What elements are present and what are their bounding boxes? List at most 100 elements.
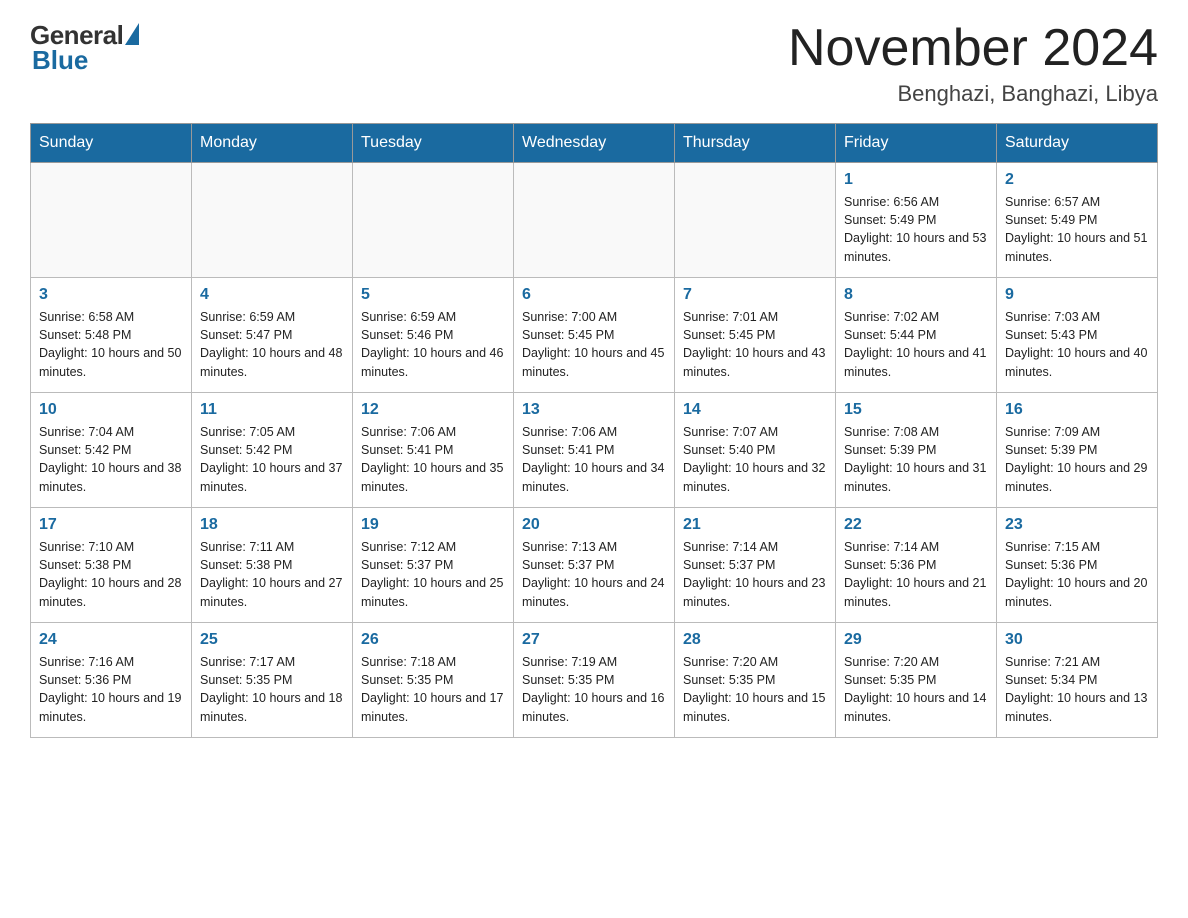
- logo-triangle-icon: [125, 23, 139, 45]
- calendar-cell: [31, 163, 192, 278]
- calendar-cell: 26Sunrise: 7:18 AMSunset: 5:35 PMDayligh…: [353, 623, 514, 738]
- calendar-title: November 2024: [788, 20, 1158, 77]
- day-number: 5: [361, 286, 505, 304]
- weekday-header-sunday: Sunday: [31, 124, 192, 163]
- day-info: Sunrise: 7:13 AMSunset: 5:37 PMDaylight:…: [522, 538, 666, 611]
- day-number: 15: [844, 401, 988, 419]
- calendar-cell: [192, 163, 353, 278]
- week-row-4: 17 Sunrise: 7:10 AMSunset: 5:38 PMDayligh…: [31, 508, 1158, 623]
- day-info: Sunrise: 7:09 AMSunset: 5:39 PMDaylight:…: [1005, 423, 1149, 496]
- day-info: Sunrise: 7:05 AMSunset: 5:42 PMDaylight:…: [200, 423, 344, 496]
- calendar-cell: 8 Sunrise: 7:02 AMSunset: 5:44 PMDaylight…: [836, 278, 997, 393]
- weekday-header-friday: Friday: [836, 124, 997, 163]
- day-number: 8: [844, 286, 988, 304]
- calendar-cell: 7Sunrise: 7:01 AMSunset: 5:45 PMDaylight…: [675, 278, 836, 393]
- day-number: 2: [1005, 171, 1149, 189]
- calendar-cell: 11 Sunrise: 7:05 AMSunset: 5:42 PMDayligh…: [192, 393, 353, 508]
- day-number: 4: [200, 286, 344, 304]
- day-info: Sunrise: 7:11 AMSunset: 5:38 PMDaylight:…: [200, 538, 344, 611]
- day-info: Sunrise: 6:57 AMSunset: 5:49 PMDaylight:…: [1005, 193, 1149, 266]
- day-info: Sunrise: 7:21 AMSunset: 5:34 PMDaylight:…: [1005, 653, 1149, 726]
- day-number: 7: [683, 286, 827, 304]
- day-number: 18: [200, 516, 344, 534]
- weekday-header-tuesday: Tuesday: [353, 124, 514, 163]
- calendar-cell: 14Sunrise: 7:07 AMSunset: 5:40 PMDayligh…: [675, 393, 836, 508]
- day-number: 19: [361, 516, 505, 534]
- day-info: Sunrise: 7:14 AMSunset: 5:37 PMDaylight:…: [683, 538, 827, 611]
- calendar-cell: 9 Sunrise: 7:03 AMSunset: 5:43 PMDaylight…: [997, 278, 1158, 393]
- calendar-cell: 30 Sunrise: 7:21 AMSunset: 5:34 PMDayligh…: [997, 623, 1158, 738]
- calendar-cell: 1 Sunrise: 6:56 AMSunset: 5:49 PMDaylight…: [836, 163, 997, 278]
- calendar-cell: 23Sunrise: 7:15 AMSunset: 5:36 PMDayligh…: [997, 508, 1158, 623]
- day-number: 17: [39, 516, 183, 534]
- day-info: Sunrise: 7:20 AMSunset: 5:35 PMDaylight:…: [683, 653, 827, 726]
- day-info: Sunrise: 7:03 AMSunset: 5:43 PMDaylight:…: [1005, 308, 1149, 381]
- day-info: Sunrise: 6:56 AMSunset: 5:49 PMDaylight:…: [844, 193, 988, 266]
- logo-blue-text: Blue: [32, 45, 88, 76]
- day-number: 20: [522, 516, 666, 534]
- calendar-cell: 16 Sunrise: 7:09 AMSunset: 5:39 PMDayligh…: [997, 393, 1158, 508]
- calendar-cell: 22 Sunrise: 7:14 AMSunset: 5:36 PMDayligh…: [836, 508, 997, 623]
- day-info: Sunrise: 6:59 AMSunset: 5:47 PMDaylight:…: [200, 308, 344, 381]
- calendar-subtitle: Benghazi, Banghazi, Libya: [788, 81, 1158, 107]
- calendar-cell: 27 Sunrise: 7:19 AMSunset: 5:35 PMDayligh…: [514, 623, 675, 738]
- day-info: Sunrise: 7:06 AMSunset: 5:41 PMDaylight:…: [522, 423, 666, 496]
- day-number: 22: [844, 516, 988, 534]
- week-row-5: 24Sunrise: 7:16 AMSunset: 5:36 PMDayligh…: [31, 623, 1158, 738]
- day-number: 9: [1005, 286, 1149, 304]
- calendar-header-row: SundayMondayTuesdayWednesdayThursdayFrid…: [31, 124, 1158, 163]
- calendar-table: SundayMondayTuesdayWednesdayThursdayFrid…: [30, 123, 1158, 738]
- day-number: 25: [200, 631, 344, 649]
- day-number: 24: [39, 631, 183, 649]
- calendar-cell: 29 Sunrise: 7:20 AMSunset: 5:35 PMDayligh…: [836, 623, 997, 738]
- day-number: 10: [39, 401, 183, 419]
- calendar-cell: 15Sunrise: 7:08 AMSunset: 5:39 PMDayligh…: [836, 393, 997, 508]
- calendar-cell: 25 Sunrise: 7:17 AMSunset: 5:35 PMDayligh…: [192, 623, 353, 738]
- calendar-cell: 24Sunrise: 7:16 AMSunset: 5:36 PMDayligh…: [31, 623, 192, 738]
- calendar-cell: 17 Sunrise: 7:10 AMSunset: 5:38 PMDayligh…: [31, 508, 192, 623]
- day-info: Sunrise: 7:04 AMSunset: 5:42 PMDaylight:…: [39, 423, 183, 496]
- week-row-1: 1 Sunrise: 6:56 AMSunset: 5:49 PMDaylight…: [31, 163, 1158, 278]
- calendar-cell: 28 Sunrise: 7:20 AMSunset: 5:35 PMDayligh…: [675, 623, 836, 738]
- calendar-cell: 5 Sunrise: 6:59 AMSunset: 5:46 PMDaylight…: [353, 278, 514, 393]
- calendar-title-section: November 2024 Benghazi, Banghazi, Libya: [788, 20, 1158, 107]
- calendar-cell: 2 Sunrise: 6:57 AMSunset: 5:49 PMDaylight…: [997, 163, 1158, 278]
- day-number: 27: [522, 631, 666, 649]
- day-info: Sunrise: 7:07 AMSunset: 5:40 PMDaylight:…: [683, 423, 827, 496]
- day-number: 1: [844, 171, 988, 189]
- day-info: Sunrise: 7:20 AMSunset: 5:35 PMDaylight:…: [844, 653, 988, 726]
- day-info: Sunrise: 7:15 AMSunset: 5:36 PMDaylight:…: [1005, 538, 1149, 611]
- day-info: Sunrise: 7:18 AMSunset: 5:35 PMDaylight:…: [361, 653, 505, 726]
- calendar-cell: 4 Sunrise: 6:59 AMSunset: 5:47 PMDaylight…: [192, 278, 353, 393]
- weekday-header-monday: Monday: [192, 124, 353, 163]
- day-info: Sunrise: 7:19 AMSunset: 5:35 PMDaylight:…: [522, 653, 666, 726]
- day-info: Sunrise: 7:10 AMSunset: 5:38 PMDaylight:…: [39, 538, 183, 611]
- day-info: Sunrise: 6:59 AMSunset: 5:46 PMDaylight:…: [361, 308, 505, 381]
- logo: General Blue: [30, 20, 139, 76]
- calendar-cell: 20 Sunrise: 7:13 AMSunset: 5:37 PMDayligh…: [514, 508, 675, 623]
- day-number: 29: [844, 631, 988, 649]
- day-number: 11: [200, 401, 344, 419]
- week-row-3: 10 Sunrise: 7:04 AMSunset: 5:42 PMDayligh…: [31, 393, 1158, 508]
- day-info: Sunrise: 7:17 AMSunset: 5:35 PMDaylight:…: [200, 653, 344, 726]
- day-info: Sunrise: 7:14 AMSunset: 5:36 PMDaylight:…: [844, 538, 988, 611]
- day-number: 13: [522, 401, 666, 419]
- calendar-cell: 3Sunrise: 6:58 AMSunset: 5:48 PMDaylight…: [31, 278, 192, 393]
- day-info: Sunrise: 6:58 AMSunset: 5:48 PMDaylight:…: [39, 308, 183, 381]
- day-number: 21: [683, 516, 827, 534]
- day-info: Sunrise: 7:00 AMSunset: 5:45 PMDaylight:…: [522, 308, 666, 381]
- calendar-cell: 19 Sunrise: 7:12 AMSunset: 5:37 PMDayligh…: [353, 508, 514, 623]
- day-number: 16: [1005, 401, 1149, 419]
- day-info: Sunrise: 7:12 AMSunset: 5:37 PMDaylight:…: [361, 538, 505, 611]
- day-number: 30: [1005, 631, 1149, 649]
- week-row-2: 3Sunrise: 6:58 AMSunset: 5:48 PMDaylight…: [31, 278, 1158, 393]
- calendar-cell: [353, 163, 514, 278]
- day-number: 28: [683, 631, 827, 649]
- day-number: 6: [522, 286, 666, 304]
- weekday-header-wednesday: Wednesday: [514, 124, 675, 163]
- calendar-cell: 13 Sunrise: 7:06 AMSunset: 5:41 PMDayligh…: [514, 393, 675, 508]
- calendar-cell: 10 Sunrise: 7:04 AMSunset: 5:42 PMDayligh…: [31, 393, 192, 508]
- day-info: Sunrise: 7:02 AMSunset: 5:44 PMDaylight:…: [844, 308, 988, 381]
- weekday-header-thursday: Thursday: [675, 124, 836, 163]
- weekday-header-saturday: Saturday: [997, 124, 1158, 163]
